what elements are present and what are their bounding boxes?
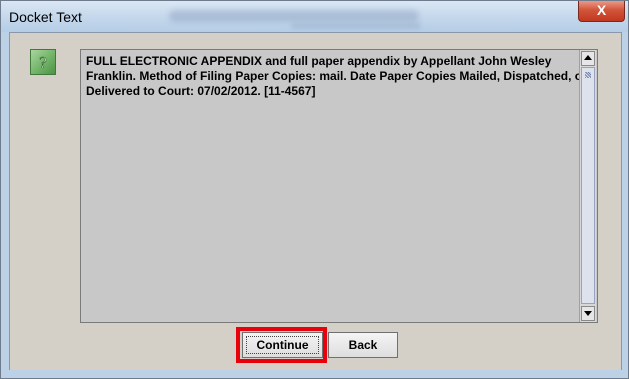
title-blurred-region-secondary [291,23,421,29]
scroll-thumb[interactable] [581,67,595,304]
vertical-scrollbar[interactable] [579,50,596,322]
arrow-down-icon [584,311,592,316]
focus-ring [246,336,319,354]
window-bottom-frame [9,370,622,378]
continue-button[interactable]: Continue [242,332,323,358]
question-icon: ? [30,49,56,75]
close-icon: X [596,2,607,18]
arrow-up-icon [584,55,592,60]
title-bar[interactable]: Docket Text X [1,1,628,32]
question-glyph: ? [39,53,47,72]
docket-text-area[interactable]: FULL ELECTRONIC APPENDIX and full paper … [80,49,598,323]
scroll-up-button[interactable] [581,51,595,66]
docket-text-content: FULL ELECTRONIC APPENDIX and full paper … [86,54,587,98]
back-button-label: Back [348,338,378,352]
question-icon-graphic: ? [39,53,47,73]
close-button[interactable]: X [578,1,625,22]
scroll-grip-icon [585,72,591,78]
scroll-down-button[interactable] [581,306,595,321]
window-title: Docket Text [9,9,82,25]
docket-text-window: Docket Text X ? FULL ELECTRONIC APPENDIX… [0,0,629,379]
dialog-client-area: ? FULL ELECTRONIC APPENDIX and full pape… [9,32,622,372]
back-button[interactable]: Back [328,332,398,358]
title-blurred-region [169,10,419,22]
